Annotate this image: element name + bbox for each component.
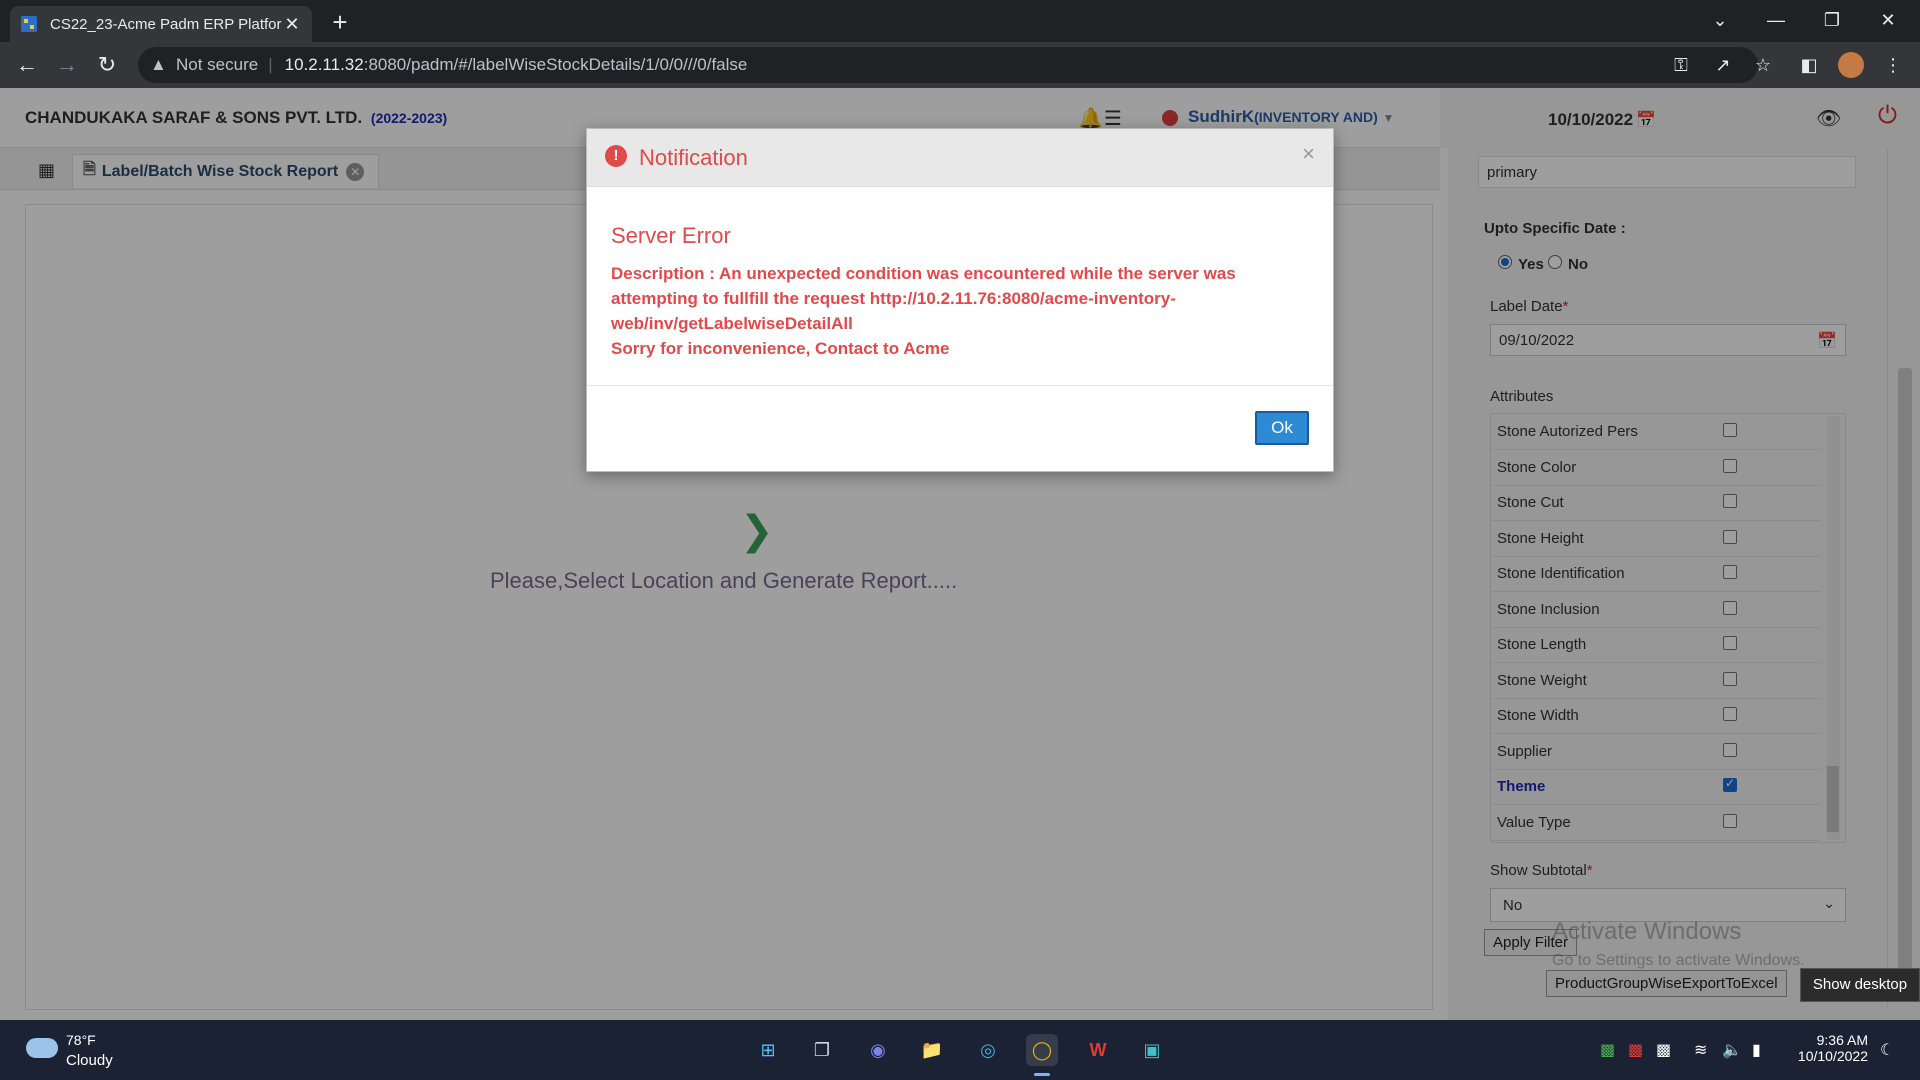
key-icon[interactable]: ⚿ (1668, 52, 1694, 78)
battery-icon[interactable]: ▮ (1752, 1040, 1761, 1060)
error-description-line: Sorry for inconvenience, Contact to Acme (611, 339, 950, 358)
weather-condition: Cloudy (66, 1052, 113, 1069)
dialog-divider (587, 385, 1333, 386)
windows-start-icon[interactable]: ⊞ (752, 1034, 784, 1066)
error-icon: ! (605, 145, 627, 167)
error-description-line: web/inv/getLabelwiseDetailAll (611, 314, 853, 333)
new-tab-button[interactable]: + (324, 6, 356, 38)
warning-icon: ▲ (150, 55, 167, 74)
error-description-line: Description : An unexpected condition wa… (611, 264, 1236, 283)
tray-app-icon[interactable]: ▩ (1600, 1040, 1615, 1060)
active-app-indicator (1034, 1073, 1050, 1076)
error-description: Description : An unexpected condition wa… (611, 261, 1291, 361)
file-explorer-icon[interactable]: 📁 (916, 1034, 948, 1066)
window-close-icon[interactable]: ✕ (1860, 0, 1916, 42)
not-secure-label: Not secure (176, 55, 259, 74)
browser-toolbar: ← → ↻ ▲ Not secure | 10.2.11.32:8080/pad… (0, 42, 1920, 88)
close-icon[interactable]: × (1302, 141, 1315, 167)
browser-tabstrip: CS22_23-Acme Padm ERP Platform ✕ + ⌄ — ❐… (0, 0, 1920, 42)
share-icon[interactable]: ↗ (1710, 52, 1736, 78)
app-favicon-icon (21, 16, 37, 32)
notification-icon[interactable]: ☾ (1880, 1040, 1894, 1060)
ok-button[interactable]: Ok (1255, 411, 1309, 445)
volume-icon[interactable]: 🔈 (1722, 1040, 1742, 1060)
reload-icon[interactable]: ↻ (92, 50, 122, 80)
camera-app-icon[interactable]: ▣ (1136, 1034, 1168, 1066)
edge-browser-icon[interactable]: ◎ (972, 1034, 1004, 1066)
clock-date: 10/10/2022 (1797, 1048, 1868, 1064)
browser-tab-title: CS22_23-Acme Padm ERP Platform (50, 15, 282, 33)
tray-app-icon[interactable]: ▩ (1656, 1040, 1671, 1060)
task-view-icon[interactable]: ❐ (806, 1034, 838, 1066)
tray-app-icon[interactable]: ▩ (1628, 1040, 1643, 1060)
url-path: :8080/padm/#/labelWiseStockDetails/1/0/0… (363, 55, 748, 74)
address-separator: | (268, 55, 273, 74)
back-icon[interactable]: ← (12, 50, 42, 80)
profile-avatar[interactable] (1838, 52, 1864, 78)
clock-time: 9:36 AM (1816, 1032, 1868, 1048)
wps-office-icon[interactable]: W (1082, 1034, 1114, 1066)
bookmark-star-icon[interactable]: ☆ (1750, 52, 1776, 78)
browser-tab[interactable]: CS22_23-Acme Padm ERP Platform ✕ (10, 6, 312, 42)
error-title: Server Error (611, 223, 731, 248)
minimize-icon[interactable]: — (1748, 0, 1804, 42)
close-tab-icon[interactable]: ✕ (282, 14, 302, 35)
menu-kebab-icon[interactable]: ⋮ (1880, 52, 1906, 78)
address-bar[interactable]: ▲ Not secure | 10.2.11.32:8080/padm/#/la… (138, 47, 1758, 83)
weather-temperature: 78°F (66, 1032, 96, 1048)
wifi-icon[interactable]: ≋ (1694, 1040, 1707, 1060)
teams-chat-icon[interactable]: ◉ (862, 1034, 894, 1066)
show-desktop-tooltip: Show desktop (1800, 968, 1920, 1002)
side-panel-icon[interactable]: ◧ (1796, 52, 1822, 78)
error-description-line: attempting to fullfill the request http:… (611, 289, 1176, 308)
dialog-title: Notification (639, 145, 748, 170)
chrome-browser-icon[interactable]: ◯ (1026, 1034, 1058, 1066)
cloud-icon[interactable] (26, 1038, 58, 1058)
windows-taskbar: 78°F Cloudy ⊞ ❐ ◉ 📁 ◎ ◯ W ▣ ▩ ▩ ▩ ≋ 🔈 ▮ … (0, 1020, 1920, 1080)
notification-dialog: ! Notification × Server Error Descriptio… (586, 128, 1334, 472)
system-clock[interactable]: 9:36 AM 10/10/2022 (1792, 1032, 1868, 1064)
forward-icon[interactable]: → (52, 50, 82, 80)
dialog-header: ! Notification × (587, 129, 1333, 187)
restore-icon[interactable]: ❐ (1804, 0, 1860, 42)
url-host: 10.2.11.32 (284, 55, 364, 74)
tab-search-icon[interactable]: ⌄ (1692, 0, 1748, 42)
